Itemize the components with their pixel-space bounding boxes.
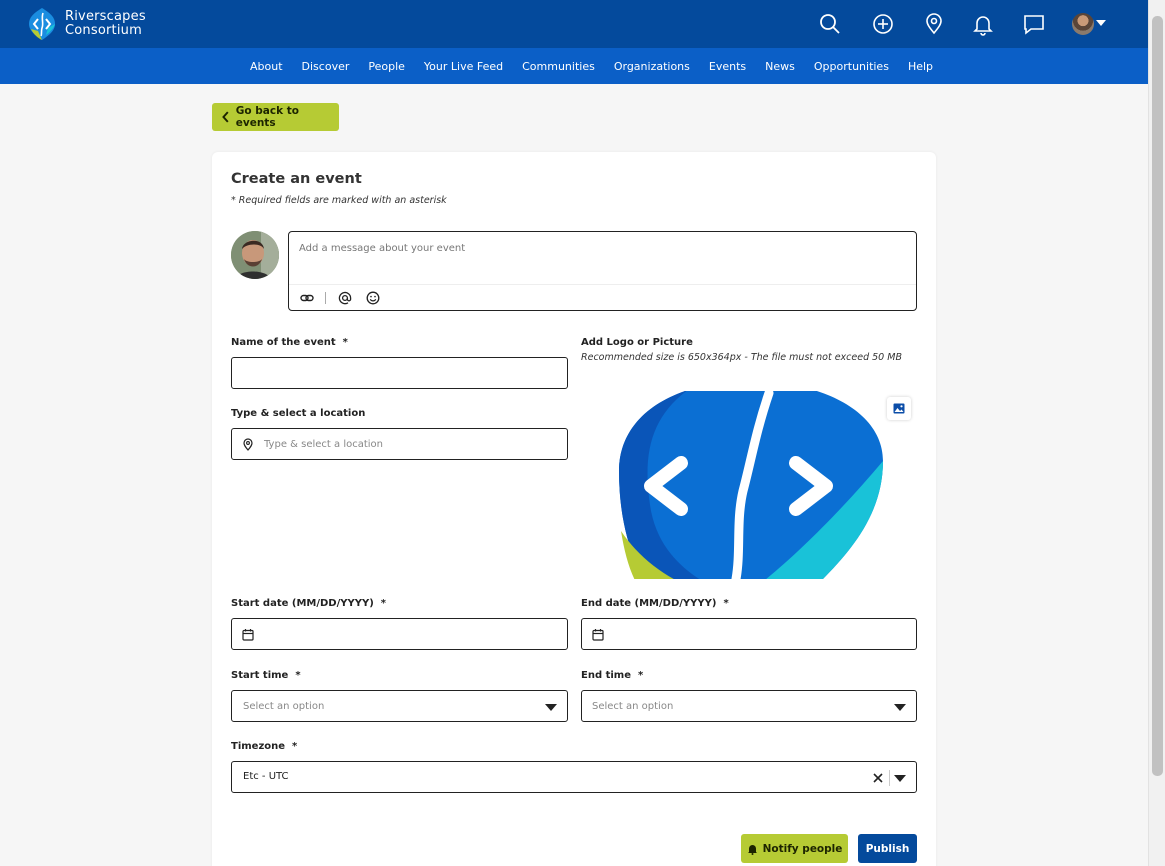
top-bar: Riverscapes Consortium xyxy=(0,0,1148,48)
logo-size-hint: Recommended size is 650x364px - The file… xyxy=(581,352,902,363)
page-scrollbar[interactable] xyxy=(1148,0,1165,866)
start-time-select[interactable]: Select an option xyxy=(231,690,568,722)
main-nav: About Discover People Your Live Feed Com… xyxy=(0,48,1148,84)
link-icon[interactable] xyxy=(300,291,314,305)
publish-button[interactable]: Publish xyxy=(858,834,917,863)
timezone-label-text: Timezone xyxy=(231,741,286,752)
start-time-label: Start time * xyxy=(231,670,301,681)
back-button-label: Go back to events xyxy=(235,105,299,129)
end-time-label: End time * xyxy=(581,670,643,681)
nav-item-discover[interactable]: Discover xyxy=(302,60,350,73)
location-label: Type & select a location xyxy=(231,408,366,419)
required-asterisk: * xyxy=(637,670,644,681)
event-message-input[interactable]: Add a message about your event xyxy=(288,231,917,311)
scrollbar-thumb[interactable] xyxy=(1152,16,1163,776)
author-avatar xyxy=(231,231,279,279)
required-asterisk: * xyxy=(342,337,348,348)
map-pin-icon xyxy=(243,438,253,451)
event-logo-preview[interactable] xyxy=(581,391,917,579)
riverscapes-logo-icon xyxy=(29,8,55,40)
event-name-input[interactable] xyxy=(231,357,568,389)
message-toolbar xyxy=(289,284,916,310)
start-time-label-text: Start time xyxy=(231,670,289,681)
event-name-label-text: Name of the event xyxy=(231,337,336,348)
logo-label: Add Logo or Picture xyxy=(581,337,693,348)
search-icon[interactable] xyxy=(818,12,842,36)
toolbar-divider xyxy=(325,292,326,304)
end-time-label-text: End time xyxy=(581,670,631,681)
bell-icon xyxy=(747,844,757,855)
caret-down-icon xyxy=(545,704,557,711)
end-time-select[interactable]: Select an option xyxy=(581,690,917,722)
nav-item-news[interactable]: News xyxy=(765,60,795,73)
end-date-label: End date (MM/DD/YYYY) * xyxy=(581,598,729,609)
chat-icon[interactable] xyxy=(1022,12,1046,36)
plus-circle-icon[interactable] xyxy=(871,12,895,36)
riverscapes-logo-image xyxy=(619,391,883,579)
nav-item-opportunities[interactable]: Opportunities xyxy=(814,60,889,73)
location-placeholder: Type & select a location xyxy=(264,439,383,450)
start-date-input[interactable] xyxy=(231,618,568,650)
start-date-label: Start date (MM/DD/YYYY) * xyxy=(231,598,386,609)
chevron-left-icon xyxy=(222,111,229,123)
required-fields-note: * Required fields are marked with an ast… xyxy=(231,195,447,206)
end-date-label-text: End date (MM/DD/YYYY) xyxy=(581,598,717,609)
message-placeholder: Add a message about your event xyxy=(299,243,466,254)
event-name-label: Name of the event * xyxy=(231,337,348,348)
calendar-icon xyxy=(242,629,254,641)
bell-icon[interactable] xyxy=(971,12,995,36)
required-asterisk: * xyxy=(723,598,729,609)
select-divider xyxy=(889,770,890,786)
caret-down-icon xyxy=(894,704,906,711)
timezone-value: Etc - UTC xyxy=(243,771,289,782)
start-date-label-text: Start date (MM/DD/YYYY) xyxy=(231,598,374,609)
calendar-icon xyxy=(592,629,604,641)
timezone-label: Timezone * xyxy=(231,741,297,752)
nav-item-events[interactable]: Events xyxy=(709,60,746,73)
required-asterisk: * xyxy=(292,741,298,752)
start-time-placeholder: Select an option xyxy=(243,701,325,712)
brand-logo[interactable]: Riverscapes Consortium xyxy=(28,7,146,41)
clear-icon[interactable] xyxy=(873,773,883,783)
notify-people-label: Notify people xyxy=(762,842,843,855)
caret-down-icon[interactable] xyxy=(894,775,906,782)
user-avatar-menu[interactable] xyxy=(1072,13,1094,35)
nav-item-organizations[interactable]: Organizations xyxy=(614,60,690,73)
emoji-icon[interactable] xyxy=(366,291,380,305)
map-pin-icon[interactable] xyxy=(922,12,946,36)
brand-name: Riverscapes Consortium xyxy=(65,10,146,38)
timezone-select[interactable]: Etc - UTC xyxy=(231,761,917,793)
required-asterisk: * xyxy=(295,670,301,681)
mention-icon[interactable] xyxy=(338,291,352,305)
brand-name-line2: Consortium xyxy=(65,23,142,38)
nav-item-help[interactable]: Help xyxy=(908,60,933,73)
nav-item-about[interactable]: About xyxy=(250,60,283,73)
page-title: Create an event xyxy=(231,171,362,187)
location-input[interactable]: Type & select a location xyxy=(231,428,568,460)
nav-item-live-feed[interactable]: Your Live Feed xyxy=(424,60,503,73)
change-picture-button[interactable] xyxy=(887,397,911,420)
nav-item-communities[interactable]: Communities xyxy=(522,60,595,73)
end-date-input[interactable] xyxy=(581,618,917,650)
brand-name-line1: Riverscapes xyxy=(65,9,146,24)
chevron-down-icon[interactable] xyxy=(1096,20,1106,26)
nav-item-people[interactable]: People xyxy=(368,60,405,73)
notify-people-button[interactable]: Notify people xyxy=(741,834,848,863)
back-to-events-button[interactable]: Go back to events xyxy=(212,103,339,131)
image-icon xyxy=(893,403,905,414)
end-time-placeholder: Select an option xyxy=(592,701,674,712)
required-asterisk: * xyxy=(380,598,386,609)
